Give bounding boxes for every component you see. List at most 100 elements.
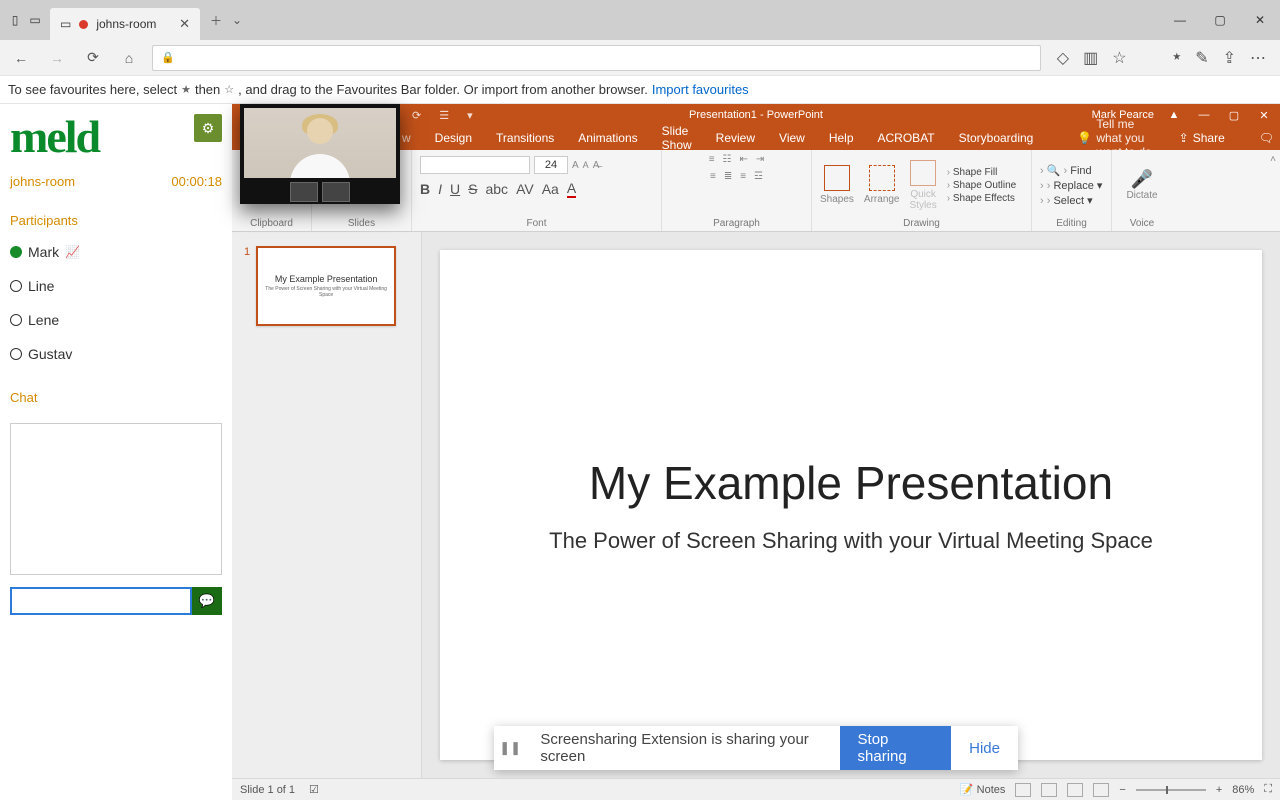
video-pip[interactable]: [240, 104, 400, 204]
pp-close-button[interactable]: ✕: [1254, 109, 1274, 122]
bullets-icon[interactable]: ≡: [709, 154, 715, 165]
window-close-button[interactable]: ✕: [1240, 0, 1280, 40]
slide-title[interactable]: My Example Presentation: [589, 456, 1113, 510]
dictate-button[interactable]: 🎤 Dictate: [1120, 154, 1164, 216]
pip-thumbnail[interactable]: [322, 182, 350, 202]
browser-tab-active[interactable]: ▭ johns-room ✕: [50, 8, 200, 40]
zoom-value[interactable]: 86%: [1232, 784, 1254, 796]
import-favourites-link[interactable]: Import favourites: [652, 82, 749, 97]
slideshow-view-icon[interactable]: [1093, 783, 1109, 797]
grow-font-icon[interactable]: A: [572, 160, 579, 171]
spellcheck-icon[interactable]: ☑: [309, 783, 319, 796]
shrink-font-icon[interactable]: A: [583, 160, 589, 170]
shape-effects-button[interactable]: Shape Effects: [947, 193, 1017, 204]
notes-icon[interactable]: ✎: [1195, 48, 1208, 68]
ribbon-tab-review[interactable]: Review: [716, 131, 755, 145]
underline-button[interactable]: U: [450, 181, 460, 197]
settings-button[interactable]: ⚙: [194, 114, 222, 142]
tab-overflow-icon[interactable]: ⌄: [232, 13, 242, 27]
quick-styles-button[interactable]: Quick Styles: [910, 160, 937, 211]
nav-refresh-button[interactable]: ⟳: [80, 45, 106, 71]
ribbon-tab-slideshow[interactable]: Slide Show: [662, 124, 692, 152]
strike-button[interactable]: S: [468, 181, 477, 197]
ribbon-tab-animations[interactable]: Animations: [578, 131, 637, 145]
shapes-button[interactable]: Shapes: [820, 165, 854, 205]
font-color-button[interactable]: A: [567, 180, 576, 198]
ribbon-tab-design[interactable]: Design: [435, 131, 472, 145]
arrange-button[interactable]: Arrange: [864, 165, 900, 205]
zoom-in-button[interactable]: +: [1216, 784, 1222, 796]
outdent-icon[interactable]: ⇥: [756, 154, 764, 165]
chat-send-button[interactable]: 💬: [192, 587, 222, 615]
stop-sharing-button[interactable]: Stop sharing: [840, 726, 952, 770]
indent-icon[interactable]: ⇤: [740, 154, 748, 165]
zoom-out-button[interactable]: −: [1119, 784, 1125, 796]
chat-input[interactable]: [10, 587, 192, 615]
ribbon-tab-view[interactable]: View: [779, 131, 805, 145]
extension-icon[interactable]: ◇: [1057, 48, 1069, 68]
participant-line[interactable]: Line: [10, 278, 222, 294]
nav-home-button[interactable]: ⌂: [116, 45, 142, 71]
align-left-icon[interactable]: ≡: [710, 171, 716, 182]
reader-icon[interactable]: ▥: [1083, 48, 1098, 68]
ribbon-tab[interactable]: w: [402, 131, 411, 145]
pp-maximize-button[interactable]: ▢: [1224, 109, 1244, 122]
new-tab-button[interactable]: ＋: [210, 12, 222, 29]
ribbon-tab-help[interactable]: Help: [829, 131, 854, 145]
slide-subtitle[interactable]: The Power of Screen Sharing with your Vi…: [549, 528, 1153, 554]
participant-lene[interactable]: Lene: [10, 312, 222, 328]
window-minimize-button[interactable]: —: [1160, 0, 1200, 40]
align-center-icon[interactable]: ≣: [724, 171, 732, 182]
participant-gustav[interactable]: Gustav: [10, 346, 222, 362]
slide-thumbnail[interactable]: My Example Presentation The Power of Scr…: [256, 246, 396, 326]
bold-button[interactable]: B: [420, 181, 430, 197]
pp-minimize-button[interactable]: —: [1194, 109, 1214, 121]
clear-format-icon[interactable]: A̶: [593, 160, 600, 171]
more-icon[interactable]: ⋯: [1250, 48, 1266, 68]
shadow-button[interactable]: abc: [485, 181, 508, 197]
pause-share-button[interactable]: ❚❚: [494, 740, 526, 756]
ribbon-options-icon[interactable]: ▲: [1164, 109, 1184, 121]
share-icon[interactable]: ⇪: [1223, 48, 1236, 68]
favorites-hub-icon[interactable]: ⭑: [1173, 48, 1182, 68]
qat-dropdown-icon[interactable]: ▾: [467, 109, 473, 122]
italic-button[interactable]: I: [438, 181, 442, 197]
favorite-star-icon[interactable]: ☆: [1112, 48, 1126, 68]
notes-button[interactable]: 📝 Notes: [960, 783, 1006, 796]
thumbnail-pane[interactable]: 1 My Example Presentation The Power of S…: [232, 232, 422, 778]
tab-close-icon[interactable]: ✕: [179, 16, 190, 32]
nav-back-button[interactable]: ←: [8, 45, 34, 71]
reading-view-icon[interactable]: [1067, 783, 1083, 797]
nav-forward-button[interactable]: →: [44, 45, 70, 71]
share-button[interactable]: ⇪ Share: [1179, 131, 1225, 145]
replace-button[interactable]: Replace ▾: [1040, 179, 1102, 192]
comments-icon[interactable]: 🗨: [1259, 131, 1274, 145]
ribbon-tab-acrobat[interactable]: ACROBAT: [878, 131, 935, 145]
address-bar[interactable]: 🔒: [152, 45, 1041, 71]
fit-to-window-icon[interactable]: ⛶: [1264, 783, 1272, 796]
normal-view-icon[interactable]: [1015, 783, 1031, 797]
hide-share-bar-button[interactable]: Hide: [951, 740, 1018, 757]
columns-icon[interactable]: ☲: [754, 171, 763, 182]
ribbon-tab-storyboarding[interactable]: Storyboarding: [959, 131, 1034, 145]
font-name-input[interactable]: [420, 156, 530, 174]
pip-thumbnail[interactable]: [290, 182, 318, 202]
window-maximize-button[interactable]: ▢: [1200, 0, 1240, 40]
touch-icon[interactable]: ☰: [439, 109, 449, 122]
autosave-icon[interactable]: ⟳: [412, 109, 421, 122]
select-button[interactable]: Select ▾: [1040, 194, 1102, 207]
slide-canvas[interactable]: My Example Presentation The Power of Scr…: [440, 250, 1262, 760]
font-size-input[interactable]: 24: [534, 156, 568, 174]
participant-mark[interactable]: Mark 📈: [10, 244, 222, 260]
numbering-icon[interactable]: ☷: [723, 154, 732, 165]
shape-fill-button[interactable]: Shape Fill: [947, 167, 1017, 178]
zoom-slider[interactable]: [1136, 789, 1206, 791]
collapse-ribbon-icon[interactable]: ˄: [1270, 154, 1276, 165]
char-spacing-button[interactable]: AV: [516, 181, 534, 197]
find-button[interactable]: 🔍 Find: [1040, 164, 1102, 177]
align-right-icon[interactable]: ≡: [740, 171, 746, 182]
sorter-view-icon[interactable]: [1041, 783, 1057, 797]
shape-outline-button[interactable]: Shape Outline: [947, 180, 1017, 191]
case-button[interactable]: Aa: [542, 181, 559, 197]
ribbon-tab-transitions[interactable]: Transitions: [496, 131, 554, 145]
